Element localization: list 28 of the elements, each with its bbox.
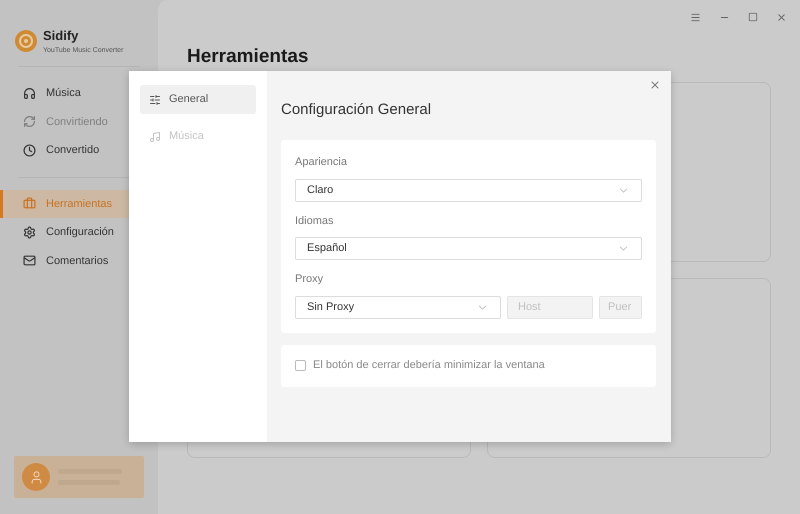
dropdown[interactable]: Español	[295, 237, 642, 260]
briefcase-icon	[23, 197, 36, 210]
checkbox-label: El botón de cerrar debería minimizar la ventana	[313, 358, 545, 374]
settings-icon	[23, 226, 36, 239]
dialog-title: Configuración General	[281, 100, 432, 120]
sidebar-item[interactable]: Configuración	[0, 218, 158, 246]
avatar-icon[interactable]	[22, 463, 50, 491]
field-label: Apariencia	[295, 155, 348, 170]
close-icon[interactable]	[649, 79, 661, 91]
dropdown[interactable]: Claro	[295, 178, 642, 202]
menu-icon[interactable]	[690, 12, 701, 23]
sidebar-item[interactable]: Comentarios	[0, 246, 158, 275]
mail-icon	[23, 254, 36, 268]
page-title: Herramientas	[187, 46, 310, 68]
close-icon[interactable]	[776, 12, 787, 23]
headphones-icon	[23, 86, 36, 100]
app-name: Sidify	[43, 27, 80, 45]
logo-icon	[15, 30, 37, 52]
dialog-nav-item[interactable]: General	[140, 85, 256, 114]
dropdown[interactable]: Sin Proxy	[295, 296, 501, 318]
clock-icon	[23, 144, 36, 157]
refresh-icon	[23, 115, 36, 128]
field-label: Idiomas	[295, 214, 335, 228]
field-label: Proxy	[295, 272, 324, 287]
music-note-icon	[149, 130, 161, 142]
checkbox[interactable]	[295, 360, 306, 371]
maximize-icon[interactable]	[748, 12, 758, 22]
sliders-icon	[149, 94, 161, 106]
